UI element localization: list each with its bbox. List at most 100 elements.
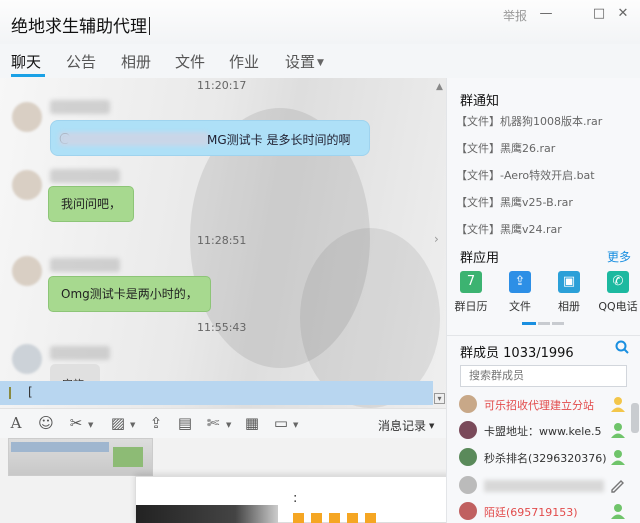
chevron-right-icon[interactable]: › <box>434 232 439 246</box>
title-bar: 绝地求生辅助代理 举报 — □ ✕ <box>0 0 640 44</box>
screenshot-thumbnail[interactable] <box>8 438 153 476</box>
upload-icon[interactable]: ⇪ <box>146 414 166 432</box>
chevron-down-icon[interactable]: ▼ <box>130 421 135 429</box>
avatar[interactable] <box>12 344 42 374</box>
avatar <box>459 502 477 520</box>
text-doc-icon[interactable]: ▦ <box>242 414 262 432</box>
notice-file-item[interactable]: 【文件】-Aero特效开启.bat <box>456 167 595 183</box>
notice-file-item[interactable]: 【文件】黑鹰v25-B.rar <box>456 194 573 210</box>
close-icon[interactable]: ✕ <box>615 6 631 22</box>
members-title-text: 群成员 <box>460 346 500 361</box>
image-icon[interactable]: ▨ <box>108 414 128 432</box>
avatar <box>459 421 477 439</box>
member-search-input[interactable] <box>460 365 627 387</box>
sender-name-blurred <box>50 346 110 360</box>
app-label: 文件 <box>509 300 531 313</box>
app-qq-phone[interactable]: ✆ QQ电话 <box>595 271 640 314</box>
message-text: MG测试卡 是多长时间的啊 <box>207 133 351 147</box>
tab-notice[interactable]: 公告 <box>66 51 96 72</box>
group-apps-title: 群应用 <box>460 251 500 266</box>
preview-stars <box>293 513 383 523</box>
notice-file-item[interactable]: 【文件】机器狗1008版本.rar <box>456 113 602 129</box>
chevron-down-icon[interactable]: ▼ <box>226 421 231 429</box>
scroll-up-icon[interactable]: ▲ <box>436 82 443 92</box>
calendar-icon: 7 <box>460 271 482 293</box>
blurred-name <box>484 480 604 492</box>
member-name: 陌廷(695719153) <box>484 506 578 519</box>
chevron-down-icon: ▼ <box>317 58 324 68</box>
app-label: QQ电话 <box>598 300 638 313</box>
message-input[interactable]: [ <box>0 381 433 405</box>
avatar <box>459 448 477 466</box>
message-time: 11:20:17 <box>197 79 247 92</box>
avatar[interactable] <box>12 170 42 200</box>
thumbnail-bubble <box>113 447 143 467</box>
member-item[interactable]: 可乐招收代理建立分站 <box>459 394 629 416</box>
chat-bubble-icon[interactable]: ▭ <box>271 414 291 432</box>
member-name: 卡盟地址：www.kele.5 <box>484 425 602 438</box>
app-label: 群日历 <box>454 300 488 313</box>
message-bubble: Omg测试卡是两小时的， <box>48 276 211 312</box>
app-album[interactable]: ▣ 相册 <box>546 271 592 314</box>
member-item[interactable] <box>459 475 629 497</box>
phone-icon: ✆ <box>607 271 629 293</box>
notice-file-item[interactable]: 【文件】黑鹰26.rar <box>456 140 555 156</box>
avatar[interactable] <box>12 102 42 132</box>
blurred-text <box>59 132 209 146</box>
more-apps-link[interactable]: 更多 <box>607 248 631 265</box>
active-tab-indicator <box>11 74 45 77</box>
member-item[interactable]: 卡盟地址：www.kele.5 <box>459 420 629 442</box>
owner-role-icon <box>611 397 625 412</box>
chevron-down-icon: ▼ <box>429 422 435 430</box>
gift-icon[interactable]: ▤ <box>175 414 195 432</box>
tab-album[interactable]: 相册 <box>121 51 151 72</box>
preview-popup[interactable]: : <box>135 476 452 523</box>
tab-homework[interactable]: 作业 <box>229 51 259 72</box>
admin-role-icon <box>611 450 625 465</box>
cut-icon[interactable]: ✄ <box>203 414 223 432</box>
pager-dot[interactable] <box>538 322 550 325</box>
notice-file-item[interactable]: 【文件】黑鹰v24.rar <box>456 221 562 237</box>
scissors-icon[interactable]: ✂ <box>66 414 86 432</box>
thumbnail-bar <box>11 442 109 452</box>
chevron-down-icon[interactable]: ▼ <box>293 421 298 429</box>
avatar <box>459 395 477 413</box>
members-header: 群成员 1033/1996 <box>447 335 640 365</box>
text-cursor <box>149 17 150 35</box>
pager-dot-active[interactable] <box>522 322 536 325</box>
message-time: 11:55:43 <box>197 321 247 334</box>
member-item[interactable]: 陌廷(695719153) <box>459 501 629 523</box>
edit-icon[interactable] <box>609 476 627 494</box>
preview-image <box>136 505 278 523</box>
tab-files[interactable]: 文件 <box>175 51 205 72</box>
collapse-icon[interactable]: ▾ <box>434 393 445 404</box>
photo-icon: ▣ <box>558 271 580 293</box>
tab-settings-label: 设置 <box>285 53 316 71</box>
app-files[interactable]: ⇪ 文件 <box>497 271 543 314</box>
font-icon[interactable]: A <box>6 414 26 432</box>
app-calendar[interactable]: 7 群日历 <box>448 271 494 314</box>
member-count: 1033/1996 <box>503 346 574 361</box>
members-title: 群成员 1033/1996 <box>460 342 574 361</box>
sender-name-blurred <box>50 258 120 272</box>
input-caret <box>9 387 11 399</box>
pager-dot[interactable] <box>552 322 564 325</box>
input-toolbar: A ☺ ✂ ▼ ▨ ▼ ⇪ ▤ ✄ ▼ ▦ ▭ ▼ 消息记录 ▼ <box>0 408 446 438</box>
search-icon[interactable] <box>615 340 629 354</box>
member-list-scrollbar[interactable] <box>631 403 639 433</box>
chevron-down-icon[interactable]: ▼ <box>88 421 93 429</box>
preview-text: : <box>293 491 298 506</box>
tab-chat[interactable]: 聊天 <box>11 51 41 72</box>
emoji-icon[interactable]: ☺ <box>36 414 56 432</box>
minimize-icon[interactable]: — <box>538 6 554 22</box>
message-bubble: @ MG测试卡 是多长时间的啊 <box>50 120 370 156</box>
report-button[interactable]: 举报 <box>503 7 527 24</box>
chat-area[interactable]: 11:20:17 @ MG测试卡 是多长时间的啊 我问问吧， 11:28:51 … <box>0 78 446 408</box>
message-history-button[interactable]: 消息记录 ▼ <box>378 417 434 434</box>
tab-settings[interactable]: 设置 ▼ <box>285 51 324 72</box>
member-name: 秒杀排名(3296320376) <box>484 452 607 465</box>
avatar[interactable] <box>12 256 42 286</box>
tab-bar: 聊天 公告 相册 文件 作业 设置 ▼ <box>0 44 640 94</box>
member-item[interactable]: 秒杀排名(3296320376) <box>459 447 629 469</box>
maximize-icon[interactable]: □ <box>591 6 607 22</box>
